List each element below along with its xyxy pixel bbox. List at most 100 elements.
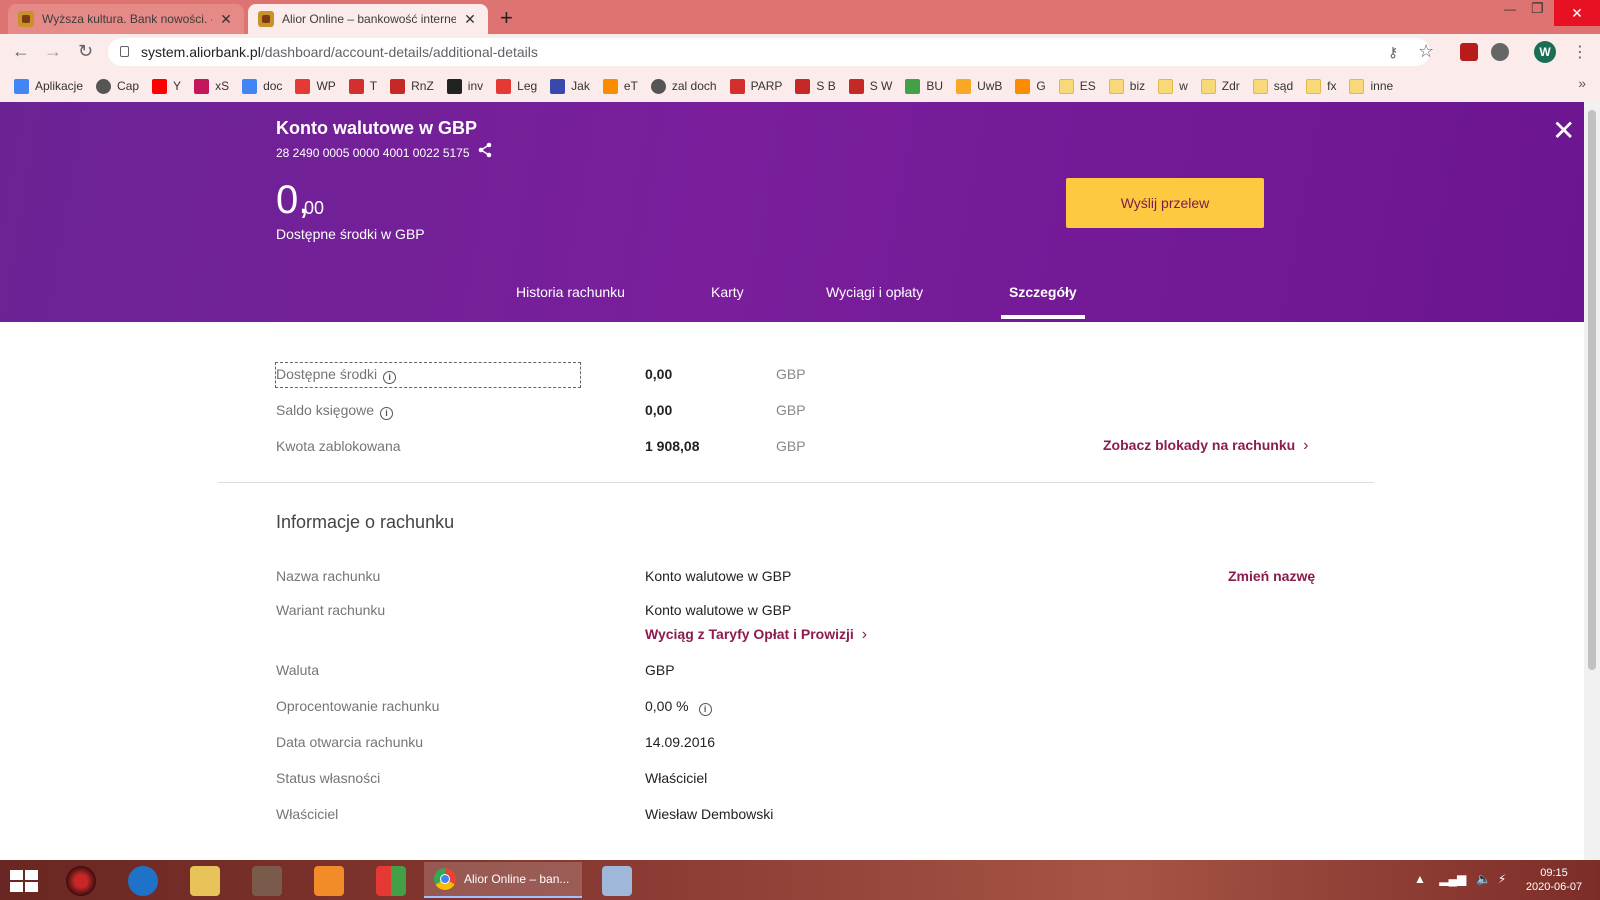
browser-tab-alior-home[interactable]: Wyższa kultura. Bank nowości. - l ✕ [8, 4, 244, 34]
bookmark-star-icon[interactable]: ☆ [1418, 41, 1434, 62]
file-explorer-icon[interactable] [190, 866, 220, 896]
reload-icon[interactable]: ↻ [78, 41, 93, 62]
address-bar[interactable]: system.aliorbank.pl/dashboard/account-de… [108, 38, 1434, 66]
bookmark-item[interactable]: zal doch [650, 78, 717, 94]
bookmark-item[interactable]: PARP [729, 78, 782, 94]
bookmark-item[interactable]: S B [795, 78, 836, 94]
browser-toolbar: ← → ↻ system.aliorbank.pl/dashboard/acco… [0, 34, 1600, 70]
bookmark-item[interactable]: G [1015, 78, 1046, 94]
bookmark-item[interactable]: w [1158, 78, 1188, 94]
close-tab-icon[interactable]: ✕ [218, 11, 234, 28]
volume-icon[interactable]: 🔈 [1476, 872, 1491, 886]
chrome-icon [434, 868, 456, 890]
alior-favicon-icon [258, 11, 274, 27]
view-blocks-link[interactable]: Zobacz blokady na rachunku › [1103, 437, 1308, 455]
bookmark-item[interactable]: S W [848, 78, 892, 94]
page-content: Konto walutowe w GBP 28 2490 0005 0000 4… [0, 102, 1584, 860]
bookmark-item[interactable]: RnZ [390, 78, 434, 94]
account-header: Konto walutowe w GBP 28 2490 0005 0000 4… [0, 102, 1584, 322]
bookmark-item[interactable]: eT [602, 78, 638, 94]
forward-icon[interactable]: → [44, 41, 62, 62]
book-balance-label: Saldo księgowe i [276, 402, 394, 420]
folder-icon [1108, 78, 1124, 94]
tab-statements[interactable]: Wyciągi i opłaty [826, 284, 923, 300]
tariff-link[interactable]: Wyciąg z Taryfy Opłat i Prowizji › [645, 626, 867, 644]
ublock-extension-icon[interactable] [1460, 43, 1478, 61]
bookmark-item[interactable]: WP [295, 78, 336, 94]
bookmark-item[interactable]: T [348, 78, 377, 94]
tab-details[interactable]: Szczegóły [1009, 284, 1077, 300]
extension-icon[interactable] [1491, 43, 1509, 61]
podcast-app-icon[interactable] [66, 866, 96, 896]
browser-tab-alior-online[interactable]: Alior Online – bankowość interne ✕ [248, 4, 488, 34]
g-icon [1015, 78, 1031, 94]
bookmark-item[interactable]: Jak [550, 78, 590, 94]
taskbar-chrome-window[interactable]: Alior Online – ban... [424, 862, 582, 898]
eagle-icon [795, 78, 811, 94]
bookmark-item[interactable]: Leg [496, 78, 537, 94]
app-portrait-icon[interactable] [252, 866, 282, 896]
window-close-icon[interactable]: ✕ [1554, 0, 1600, 26]
info-icon[interactable]: i [380, 407, 394, 420]
new-tab-icon[interactable]: + [500, 5, 513, 31]
close-tab-icon[interactable]: ✕ [462, 11, 478, 28]
minimize-icon[interactable]: — [1504, 2, 1516, 16]
kebab-menu-icon[interactable]: ⋮ [1572, 42, 1588, 62]
winrar-icon[interactable] [376, 866, 406, 896]
account-title: Konto walutowe w GBP [276, 118, 477, 138]
windows-start-icon[interactable] [10, 870, 38, 892]
book-balance-currency: GBP [776, 402, 806, 418]
scrollbar-thumb[interactable] [1588, 110, 1596, 670]
url-text[interactable]: system.aliorbank.pl/dashboard/account-de… [141, 44, 538, 60]
key-icon[interactable]: ⚷ [1388, 44, 1398, 61]
back-icon[interactable]: ← [12, 41, 30, 62]
bookmarks-overflow-icon[interactable]: » [1578, 75, 1586, 91]
bookmark-item[interactable]: ES [1058, 78, 1096, 94]
windows-taskbar: Alior Online – ban... ▲ ▂▄▆ 🔈 ⚡ 09:15 20… [0, 860, 1600, 900]
bookmark-item[interactable]: fx [1306, 78, 1336, 94]
bookmark-item[interactable]: Cap [96, 78, 139, 94]
xampp-icon[interactable] [314, 866, 344, 896]
network-icon[interactable]: ▂▄▆ [1439, 872, 1466, 886]
active-tab-indicator [1001, 315, 1085, 319]
lock-icon[interactable] [120, 46, 129, 57]
tab-history[interactable]: Historia rachunku [516, 284, 625, 300]
account-name-label: Nazwa rachunku [276, 568, 381, 584]
power-icon[interactable]: ⚡ [1498, 872, 1506, 886]
bookmark-item[interactable]: Aplikacje [14, 78, 83, 94]
folder-icon [1058, 78, 1074, 94]
bookmark-item[interactable]: sąd [1252, 78, 1293, 94]
close-icon[interactable]: ✕ [1552, 114, 1575, 147]
rename-link[interactable]: Zmień nazwę [1228, 568, 1315, 584]
share-icon[interactable] [477, 142, 493, 158]
restore-icon[interactable]: ❐ [1531, 0, 1544, 17]
info-icon[interactable]: i [383, 371, 397, 384]
tab-cards[interactable]: Karty [711, 284, 744, 300]
bookmark-item[interactable]: BU [905, 78, 943, 94]
system-tray[interactable]: ▲ ▂▄▆ 🔈 ⚡ [1414, 872, 1506, 886]
bookmark-item[interactable]: doc [242, 78, 282, 94]
bookmark-item[interactable]: inv [446, 78, 483, 94]
avatar[interactable]: W [1534, 41, 1556, 63]
page-scrollbar[interactable] [1584, 102, 1600, 860]
parp-icon [729, 78, 745, 94]
open-date-value: 14.09.2016 [645, 734, 716, 750]
bookmark-item[interactable]: biz [1108, 78, 1145, 94]
tray-expand-icon[interactable]: ▲ [1414, 872, 1426, 886]
info-icon[interactable]: i [698, 703, 712, 716]
bookmark-item[interactable]: xS [194, 78, 229, 94]
send-transfer-button[interactable]: Wyślij przelew [1066, 178, 1264, 228]
thunderbird-icon[interactable] [128, 866, 158, 896]
ownership-status-label: Status własności [276, 770, 381, 786]
taskbar-clock[interactable]: 09:15 2020-06-07 [1520, 866, 1588, 894]
available-funds-label: Dostępne środki i [276, 366, 397, 384]
calculator-icon[interactable] [602, 866, 632, 896]
bookmark-item[interactable]: Zdr [1200, 78, 1240, 94]
bookmark-item[interactable]: UwB [956, 78, 1002, 94]
blocked-amount-value: 1 908,08 [645, 438, 700, 454]
eagle-icon [848, 78, 864, 94]
open-date-label: Data otwarcia rachunku [276, 734, 424, 750]
bookmark-item[interactable]: inne [1349, 78, 1393, 94]
bookmark-item[interactable]: Y [152, 78, 181, 94]
bookmarks-bar: Aplikacje Cap YxS doc WP T RnZ inv Leg Jak eT zal d… [0, 70, 1600, 102]
